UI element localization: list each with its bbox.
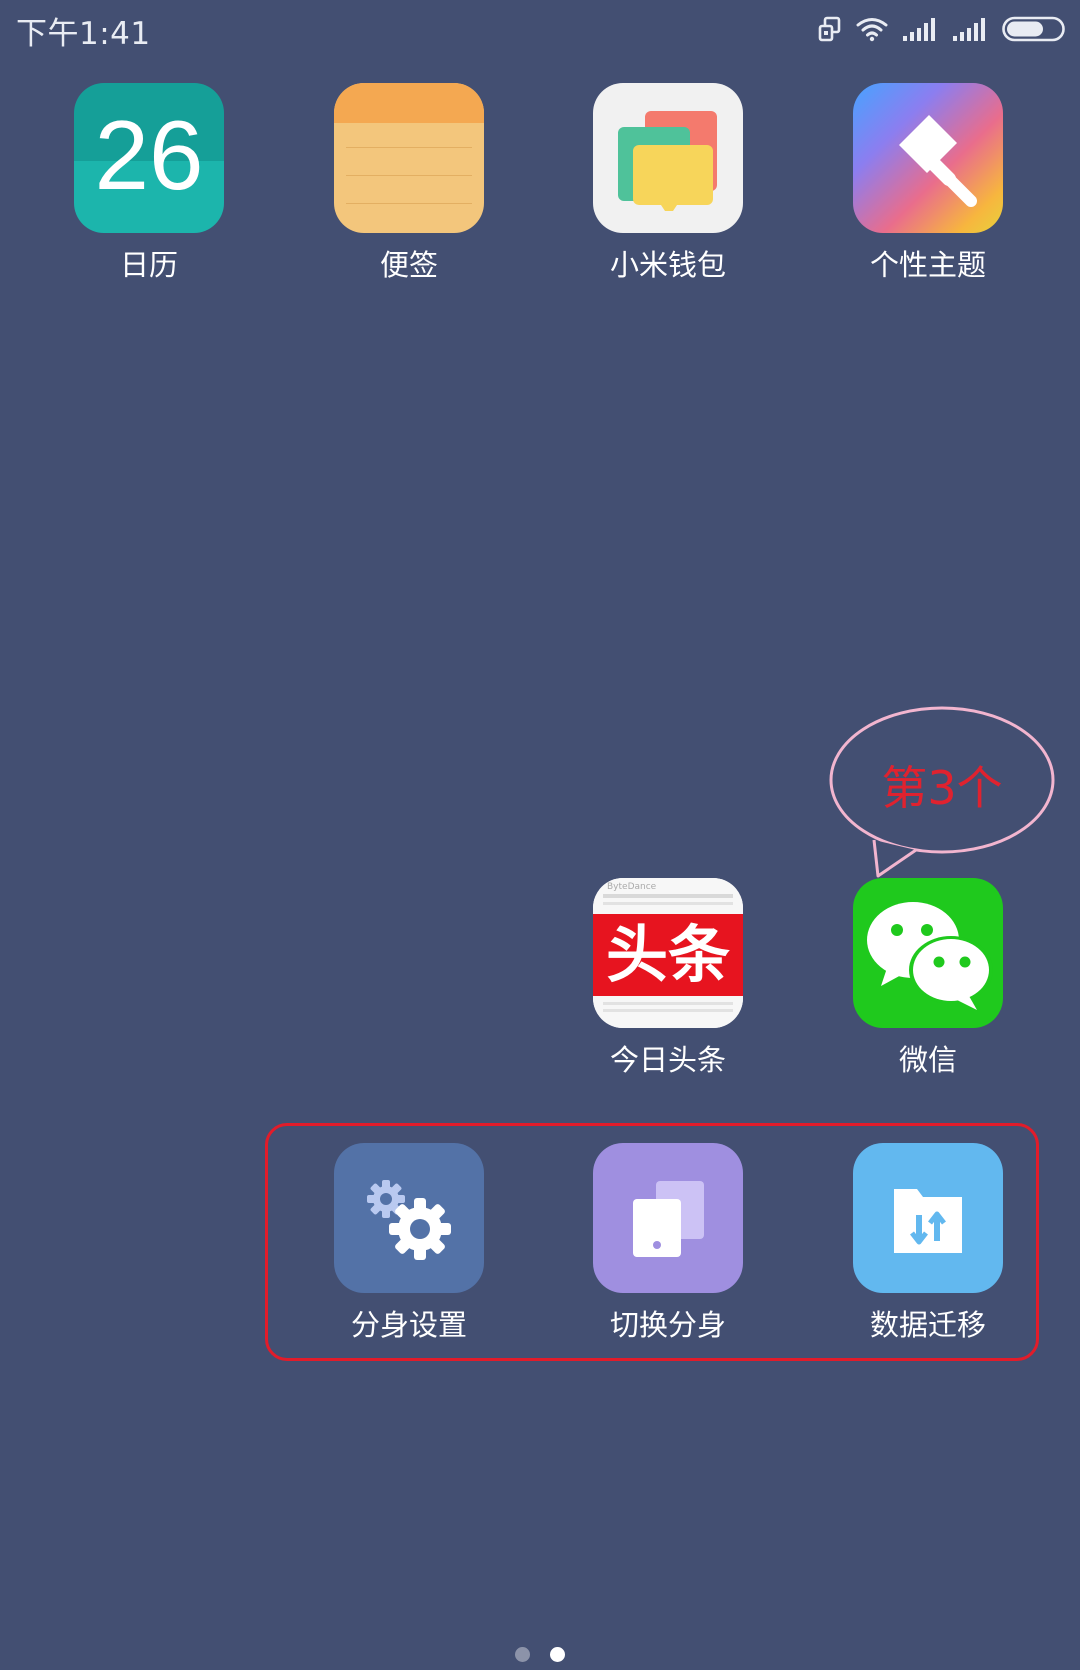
paintbrush-icon bbox=[853, 83, 1003, 233]
app-clone-settings[interactable]: 分身设置 bbox=[299, 1143, 519, 1343]
battery-icon bbox=[1002, 16, 1065, 42]
status-bar: 下午1:41 bbox=[0, 0, 1080, 60]
app-label: 日历 bbox=[119, 248, 178, 282]
wifi-icon bbox=[856, 18, 888, 42]
status-icons bbox=[818, 12, 1068, 46]
app-toutiao[interactable]: 头条 ByteDance 今日头条 bbox=[558, 878, 778, 1078]
app-data-migration[interactable]: 数据迁移 bbox=[818, 1143, 1038, 1343]
dual-window-icon bbox=[818, 16, 841, 42]
app-label: 小米钱包 bbox=[609, 248, 726, 282]
app-calendar[interactable]: 26 日历 bbox=[39, 83, 259, 283]
app-switch-clone[interactable]: 切换分身 bbox=[558, 1143, 778, 1343]
app-label: 个性主题 bbox=[869, 248, 986, 282]
toutiao-brand: 头条 bbox=[605, 918, 730, 991]
notes-icon bbox=[334, 83, 484, 233]
wallet-icon bbox=[593, 83, 743, 233]
app-label: 数据迁移 bbox=[869, 1308, 986, 1342]
app-themes[interactable]: 个性主题 bbox=[818, 83, 1038, 283]
toutiao-icon: 头条 ByteDance bbox=[593, 878, 743, 1028]
app-label: 便签 bbox=[379, 248, 438, 282]
calendar-icon: 26 bbox=[74, 83, 224, 233]
app-notes[interactable]: 便签 bbox=[299, 83, 519, 283]
calendar-day: 26 bbox=[94, 100, 204, 210]
app-label: 切换分身 bbox=[609, 1308, 726, 1342]
signal-2-icon bbox=[953, 18, 985, 41]
folder-transfer-icon bbox=[853, 1143, 1003, 1293]
toutiao-brand-small: ByteDance bbox=[607, 882, 657, 892]
gears-icon bbox=[334, 1143, 484, 1293]
app-label: 微信 bbox=[898, 1043, 957, 1077]
page-dot-2[interactable] bbox=[550, 1647, 565, 1662]
app-wallet[interactable]: 小米钱包 bbox=[558, 83, 778, 283]
signal-1-icon bbox=[903, 18, 935, 41]
app-label: 分身设置 bbox=[350, 1308, 467, 1342]
page-dot-1[interactable] bbox=[515, 1647, 530, 1662]
app-wechat[interactable]: 微信 bbox=[818, 878, 1038, 1078]
callout-text: 第3个 bbox=[881, 761, 1003, 815]
wechat-icon bbox=[853, 878, 1003, 1028]
page-indicator[interactable] bbox=[0, 1647, 1080, 1667]
app-label: 今日头条 bbox=[609, 1043, 726, 1077]
status-time: 下午1:41 bbox=[16, 16, 151, 52]
switch-device-icon bbox=[593, 1143, 743, 1293]
